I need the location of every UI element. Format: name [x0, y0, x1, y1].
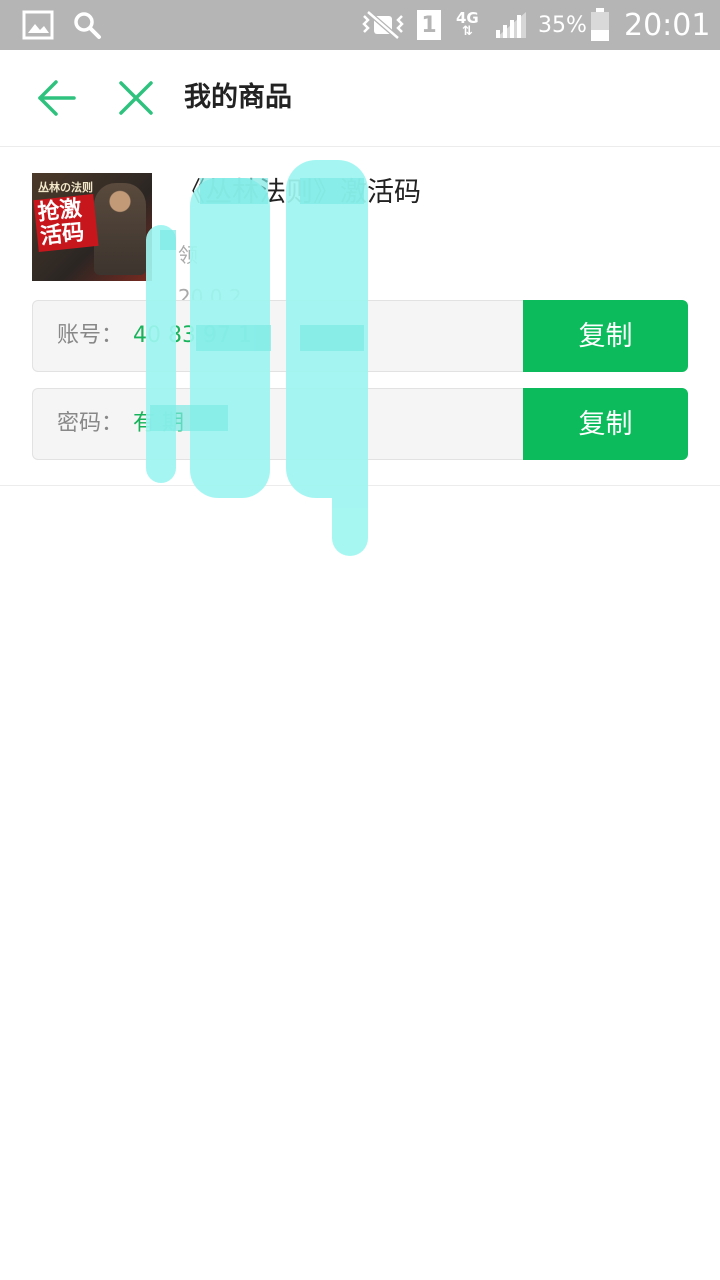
search-icon — [72, 0, 102, 50]
network-indicator: 4G ⇅ — [456, 9, 479, 39]
copy-account-button[interactable]: 复制 — [523, 300, 688, 372]
product-subtitle: 领 — [178, 243, 198, 267]
clock: 20:01 — [624, 7, 711, 43]
close-button[interactable] — [116, 78, 156, 118]
thumbnail-promo-text: 抢激活码 — [33, 194, 99, 252]
account-value[interactable]: 40 83 97 1 — [133, 301, 252, 371]
sim-icon: 1 — [417, 0, 441, 50]
battery-percent: 35% — [538, 12, 587, 38]
signal-icon — [494, 0, 528, 50]
product-title: 《丛林法则》激活码 — [178, 177, 421, 208]
soldier-figure — [94, 183, 146, 275]
back-button[interactable] — [36, 78, 76, 118]
account-label: 账号： — [57, 323, 124, 348]
page-title: 我的商品 — [184, 82, 292, 113]
product-card: 丛林の法则 抢激活码 《丛林法则》激活码 领 20 0 2 账号： 40 83 … — [0, 147, 720, 486]
sim-number: 1 — [417, 10, 441, 40]
status-bar: 1 4G ⇅ 35% 20:01 — [0, 0, 720, 50]
account-field[interactable]: 账号： 40 83 97 1 — [32, 300, 523, 372]
password-row: 密码： 有 期 复制 — [32, 388, 688, 460]
thumbnail-game-logo: 丛林の法则 — [38, 181, 93, 194]
mute-icon — [360, 0, 406, 50]
arrow-left-icon — [38, 80, 76, 116]
password-value[interactable]: 有 期 — [133, 389, 184, 459]
header: 我的商品 — [0, 50, 720, 147]
password-field[interactable]: 密码： 有 期 — [32, 388, 523, 460]
network-type: 4G — [456, 9, 479, 27]
password-label: 密码： — [57, 411, 124, 436]
battery-icon — [590, 0, 610, 50]
product-thumbnail[interactable]: 丛林の法则 抢激活码 — [32, 173, 152, 281]
gallery-icon — [22, 0, 54, 50]
copy-password-button[interactable]: 复制 — [523, 388, 688, 460]
account-row: 账号： 40 83 97 1 复制 — [32, 300, 688, 372]
close-icon — [119, 81, 153, 115]
